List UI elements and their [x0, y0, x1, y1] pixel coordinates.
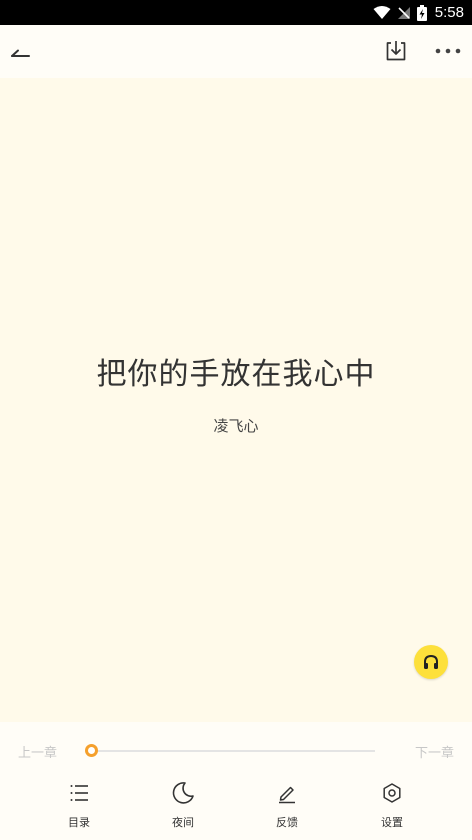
tab-label: 目录 — [68, 816, 90, 829]
tab-settings[interactable]: 设置 — [357, 780, 427, 836]
wifi-icon — [373, 5, 391, 19]
book-title: 把你的手放在我心中 — [96, 357, 376, 392]
top-bar — [0, 25, 472, 78]
clock: 5:58 — [434, 4, 464, 21]
back-arrow-icon[interactable] — [8, 39, 34, 65]
list-icon — [70, 785, 88, 801]
tab-feedback[interactable]: 反馈 — [252, 780, 322, 836]
headphones-icon — [424, 654, 438, 669]
next-chapter-button[interactable]: 下一章 — [415, 742, 454, 761]
progress-track[interactable] — [90, 750, 375, 752]
download-icon[interactable] — [383, 38, 409, 64]
no-signal-icon — [397, 6, 410, 19]
status-bar: 5:58 — [0, 0, 472, 25]
edit-icon — [279, 786, 295, 804]
more-icon[interactable] — [433, 38, 463, 64]
moon-icon — [172, 782, 194, 804]
listen-button[interactable] — [414, 645, 448, 679]
bottom-tabs: 目录 夜间 反馈 设置 — [0, 780, 472, 836]
prev-chapter-button[interactable]: 上一章 — [18, 742, 57, 761]
tab-label: 反馈 — [276, 816, 298, 829]
battery-charging-icon — [416, 4, 427, 21]
tab-toc[interactable]: 目录 — [44, 780, 114, 836]
progress-thumb[interactable] — [85, 744, 98, 757]
reader-page[interactable]: 把你的手放在我心中 凌飞心 — [0, 78, 472, 722]
book-author: 凌飞心 — [213, 417, 259, 435]
tab-label: 设置 — [381, 816, 403, 829]
tab-label: 夜间 — [172, 816, 194, 829]
tab-night[interactable]: 夜间 — [148, 780, 218, 836]
settings-icon — [383, 783, 401, 803]
bottom-toolbar: 上一章 下一章 目录 夜间 反馈 设置 — [0, 722, 472, 840]
